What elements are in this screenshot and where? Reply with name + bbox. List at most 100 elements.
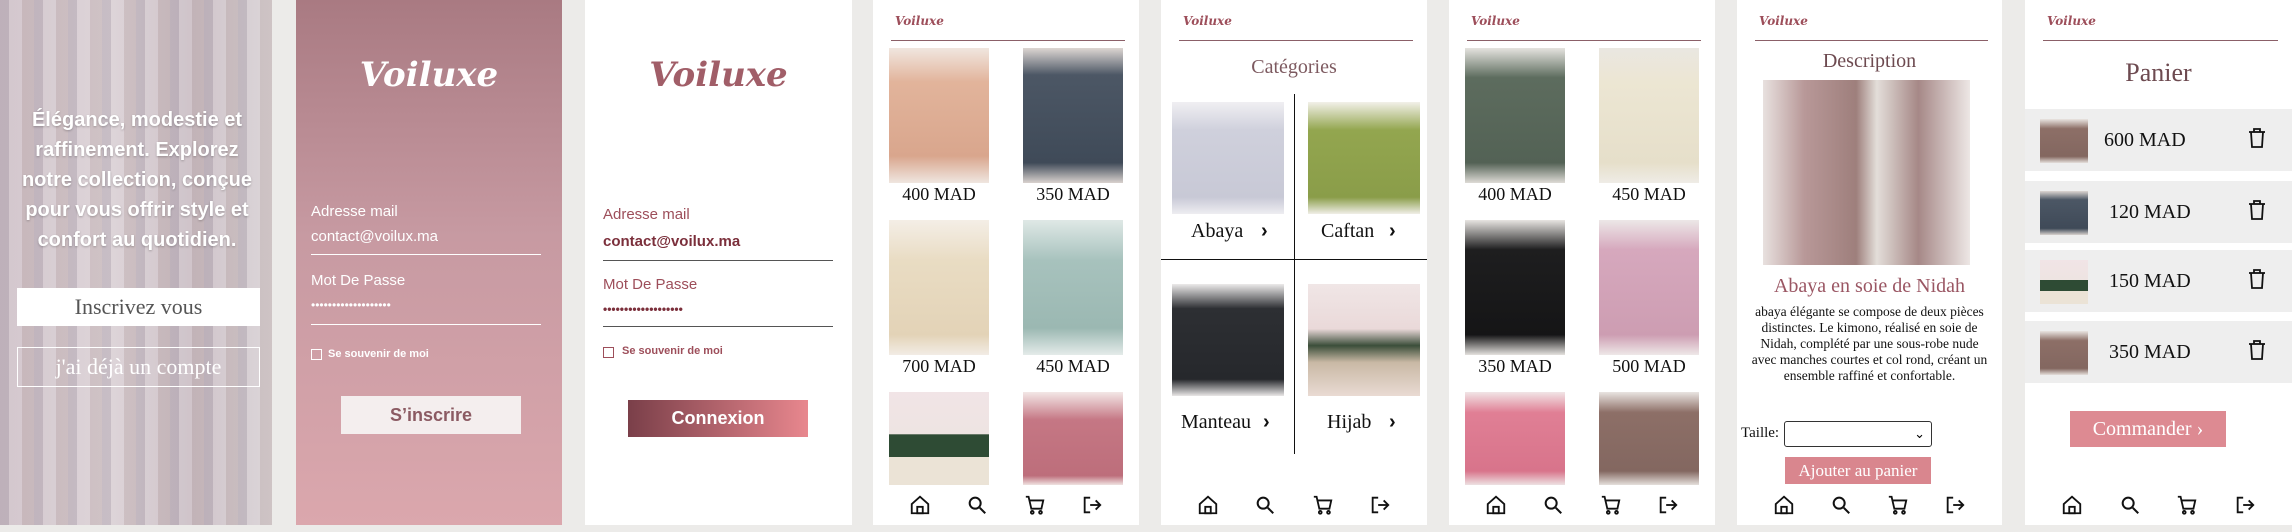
cart-item-price: 120 MAD — [2109, 201, 2191, 223]
product-description-text: abaya élégante se compose de deux pièces… — [1751, 304, 1988, 383]
search-icon[interactable] — [1540, 492, 1566, 518]
order-button[interactable]: Commander › — [2070, 411, 2226, 447]
brand-logo: Voiluxe — [1471, 14, 1520, 28]
brand-logo: Voiluxe — [895, 14, 944, 28]
product-image[interactable] — [1023, 392, 1123, 485]
product-card[interactable] — [1023, 392, 1123, 485]
cart-icon[interactable] — [1310, 492, 1336, 518]
home-icon[interactable] — [907, 492, 933, 518]
product-card[interactable] — [1465, 392, 1565, 485]
product-image[interactable] — [889, 392, 989, 485]
product-image[interactable] — [1023, 220, 1123, 355]
product-image[interactable] — [1465, 48, 1565, 183]
home-icon[interactable] — [1195, 492, 1221, 518]
product-card[interactable]: 450 MAD — [1023, 220, 1123, 377]
email-label: Adresse mail — [311, 203, 398, 220]
cart-icon[interactable] — [1022, 492, 1048, 518]
product-card[interactable] — [889, 392, 989, 485]
bottom-nav — [1161, 485, 1427, 525]
category-manteau[interactable]: Manteau › — [1161, 280, 1296, 450]
trash-icon[interactable] — [2247, 199, 2267, 221]
trash-icon[interactable] — [2247, 268, 2267, 290]
category-image[interactable] — [1308, 284, 1420, 396]
category-image[interactable] — [1172, 102, 1284, 214]
search-icon[interactable] — [1828, 492, 1854, 518]
category-image[interactable] — [1308, 102, 1420, 214]
cart-item: 350 MAD — [2025, 321, 2292, 383]
chevron-right-icon[interactable]: › — [1389, 411, 1396, 434]
product-price: 700 MAD — [902, 356, 976, 376]
logout-icon[interactable] — [1367, 492, 1393, 518]
logout-icon[interactable] — [2232, 492, 2258, 518]
logout-icon[interactable] — [1655, 492, 1681, 518]
grid-divider-horizontal — [1161, 259, 1427, 260]
product-image[interactable] — [1599, 220, 1699, 355]
trash-icon[interactable] — [2247, 339, 2267, 361]
catalog-screen-1: Voiluxe 400 MAD 350 MAD 700 MAD 450 MAD — [873, 0, 1139, 525]
product-image[interactable] — [889, 220, 989, 355]
signup-button[interactable]: S’inscrire — [341, 396, 521, 434]
trash-icon[interactable] — [2247, 127, 2267, 149]
cart-icon[interactable] — [1885, 492, 1911, 518]
add-to-cart-button[interactable]: Ajouter au panier — [1785, 457, 1931, 484]
search-icon[interactable] — [2117, 492, 2143, 518]
product-card[interactable]: 450 MAD — [1599, 48, 1699, 205]
product-card[interactable]: 700 MAD — [889, 220, 989, 377]
product-image[interactable] — [1599, 392, 1699, 485]
search-icon[interactable] — [1252, 492, 1278, 518]
product-card[interactable] — [1599, 392, 1699, 485]
existing-account-button[interactable]: j'ai déjà un compte — [17, 347, 260, 387]
password-field[interactable]: ••••••••••••••••••• — [311, 298, 391, 312]
email-field[interactable]: contact@voilux.ma — [311, 228, 438, 245]
product-image[interactable] — [889, 48, 989, 183]
clothing-rack-background — [0, 0, 272, 525]
category-hijab[interactable]: Hijab › — [1297, 280, 1427, 450]
bottom-nav — [1449, 485, 1715, 525]
category-image[interactable] — [1172, 284, 1284, 396]
remember-checkbox[interactable] — [603, 347, 614, 358]
product-image[interactable] — [1599, 48, 1699, 183]
product-card[interactable]: 350 MAD — [1465, 220, 1565, 377]
chevron-right-icon[interactable]: › — [1389, 220, 1396, 243]
remember-checkbox[interactable] — [311, 349, 322, 360]
category-abaya[interactable]: Abaya › — [1161, 98, 1296, 258]
home-icon[interactable] — [1483, 492, 1509, 518]
logout-icon[interactable] — [1079, 492, 1105, 518]
login-button[interactable]: Connexion — [628, 400, 808, 437]
logout-icon[interactable] — [1942, 492, 1968, 518]
category-label: Manteau — [1181, 411, 1251, 433]
product-image[interactable] — [1023, 48, 1123, 183]
register-button[interactable]: Inscrivez vous — [17, 288, 260, 326]
order-button-label: Commander — [2092, 418, 2192, 440]
product-card[interactable]: 400 MAD — [1465, 48, 1565, 205]
product-card[interactable]: 350 MAD — [1023, 48, 1123, 205]
cart-item-thumbnail — [2040, 331, 2088, 375]
category-caftan[interactable]: Caftan › — [1297, 98, 1427, 258]
product-price: 500 MAD — [1612, 356, 1686, 376]
product-card[interactable]: 400 MAD — [889, 48, 989, 205]
cart-item: 600 MAD — [2025, 109, 2292, 171]
brand-logo: Voiluxe — [649, 55, 788, 95]
email-underline — [603, 260, 833, 261]
product-image[interactable] — [1465, 392, 1565, 485]
size-select[interactable]: ⌄ — [1784, 421, 1932, 447]
description-title: Description — [1822, 50, 1917, 72]
cart-screen: Voiluxe Panier 600 MAD 120 MAD 150 MAD 3… — [2025, 0, 2292, 525]
cart-item-price: 150 MAD — [2109, 270, 2191, 292]
home-icon[interactable] — [1771, 492, 1797, 518]
email-field[interactable]: contact@voilux.ma — [603, 233, 740, 250]
size-label: Taille: — [1741, 425, 1780, 441]
product-card[interactable]: 500 MAD — [1599, 220, 1699, 377]
chevron-right-icon[interactable]: › — [1263, 411, 1270, 434]
search-icon[interactable] — [964, 492, 990, 518]
chevron-right-icon[interactable]: › — [1261, 220, 1268, 243]
welcome-tagline: Élégance, modestie et raffinement. Explo… — [21, 109, 253, 251]
cart-icon[interactable] — [1598, 492, 1624, 518]
password-field[interactable]: ••••••••••••••••••• — [603, 302, 683, 316]
home-icon[interactable] — [2059, 492, 2085, 518]
cart-icon[interactable] — [2174, 492, 2200, 518]
brand-logo: Voiluxe — [2047, 14, 2096, 28]
product-image[interactable] — [1465, 220, 1565, 355]
cart-item-thumbnail — [2040, 260, 2088, 304]
cart-item-price: 350 MAD — [2109, 341, 2191, 363]
